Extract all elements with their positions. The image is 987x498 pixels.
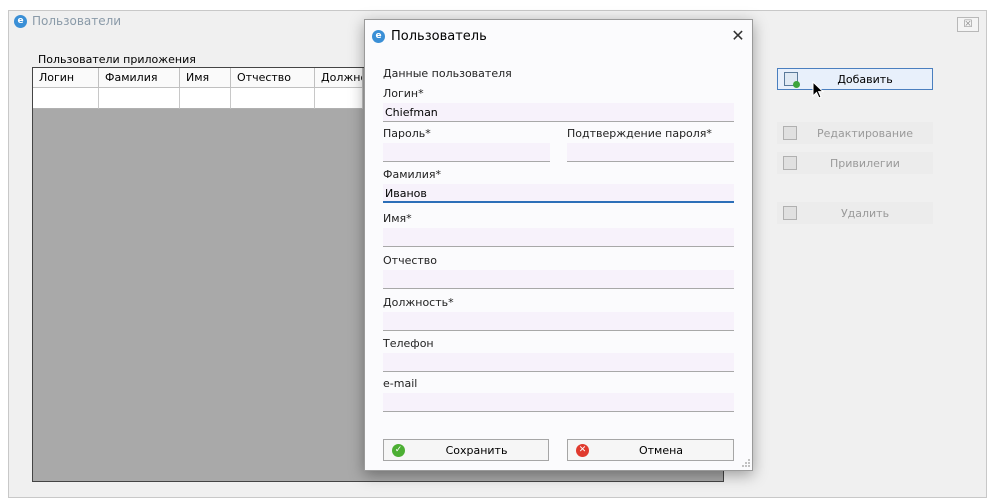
- resize-grip-icon[interactable]: [741, 458, 751, 468]
- lastname-field[interactable]: Иванов: [383, 184, 734, 203]
- password-confirm-label: Подтверждение пароля*: [567, 127, 712, 140]
- email-field[interactable]: [383, 393, 734, 412]
- login-field[interactable]: Chiefman: [383, 103, 734, 122]
- table-cell[interactable]: [231, 88, 315, 109]
- save-button-label: Сохранить: [445, 443, 508, 457]
- delete-user-button[interactable]: Удалить: [777, 202, 933, 224]
- app-logo-icon: e: [372, 30, 385, 43]
- privileges-button[interactable]: Привилегии: [777, 152, 933, 174]
- cancel-button-label: Отмена: [638, 443, 684, 457]
- check-icon: ✓: [392, 443, 405, 457]
- edit-user-button[interactable]: Редактирование: [777, 122, 933, 144]
- middlename-field[interactable]: [383, 270, 734, 289]
- position-label: Должность*: [383, 296, 454, 309]
- mouse-cursor-icon: [812, 81, 825, 99]
- delete-user-button-label: Удалить: [840, 206, 890, 220]
- delete-user-icon: [783, 206, 797, 220]
- password-label: Пароль*: [383, 127, 431, 140]
- cancel-icon: ✕: [576, 443, 589, 457]
- save-button[interactable]: ✓ Сохранить: [383, 439, 549, 461]
- phone-field[interactable]: [383, 353, 734, 372]
- users-window-title-text: Пользователи: [32, 14, 122, 28]
- column-header-firstname[interactable]: Имя: [180, 68, 231, 88]
- add-user-icon: [784, 72, 800, 88]
- user-dialog-title: e Пользователь: [372, 29, 487, 44]
- close-icon[interactable]: ✕: [726, 26, 750, 46]
- column-header-lastname[interactable]: Фамилия: [99, 68, 180, 88]
- table-cell[interactable]: [33, 88, 99, 109]
- users-grid-group-label: Пользователи приложения: [38, 53, 196, 66]
- password-field[interactable]: [383, 143, 550, 162]
- privileges-button-label: Привилегии: [830, 156, 900, 170]
- firstname-label: Имя*: [383, 212, 412, 225]
- cancel-button[interactable]: ✕ Отмена: [567, 439, 734, 461]
- column-header-position[interactable]: Должно: [315, 68, 363, 88]
- table-cell[interactable]: [315, 88, 363, 109]
- firstname-field[interactable]: [383, 228, 734, 247]
- app-logo-icon: e: [14, 14, 27, 28]
- edit-user-button-label: Редактирование: [817, 126, 913, 140]
- users-window-title: e Пользователи: [14, 14, 121, 28]
- table-cell[interactable]: [180, 88, 231, 109]
- column-header-login[interactable]: Логин: [33, 68, 99, 88]
- column-header-middlename[interactable]: Отчество: [231, 68, 315, 88]
- privileges-icon: [783, 156, 797, 170]
- position-field[interactable]: [383, 312, 734, 331]
- add-user-button[interactable]: Добавить: [777, 68, 933, 90]
- password-confirm-field[interactable]: [567, 143, 734, 162]
- user-dialog-title-text: Пользователь: [391, 29, 487, 44]
- edit-user-icon: [783, 126, 797, 140]
- email-label: e-mail: [383, 377, 418, 390]
- close-icon[interactable]: ☒: [957, 17, 979, 32]
- login-label: Логин*: [383, 87, 424, 100]
- table-cell[interactable]: [99, 88, 180, 109]
- middlename-label: Отчество: [383, 254, 438, 267]
- phone-label: Телефон: [383, 337, 434, 350]
- section-label: Данные пользователя: [383, 67, 512, 80]
- lastname-label: Фамилия*: [383, 168, 441, 181]
